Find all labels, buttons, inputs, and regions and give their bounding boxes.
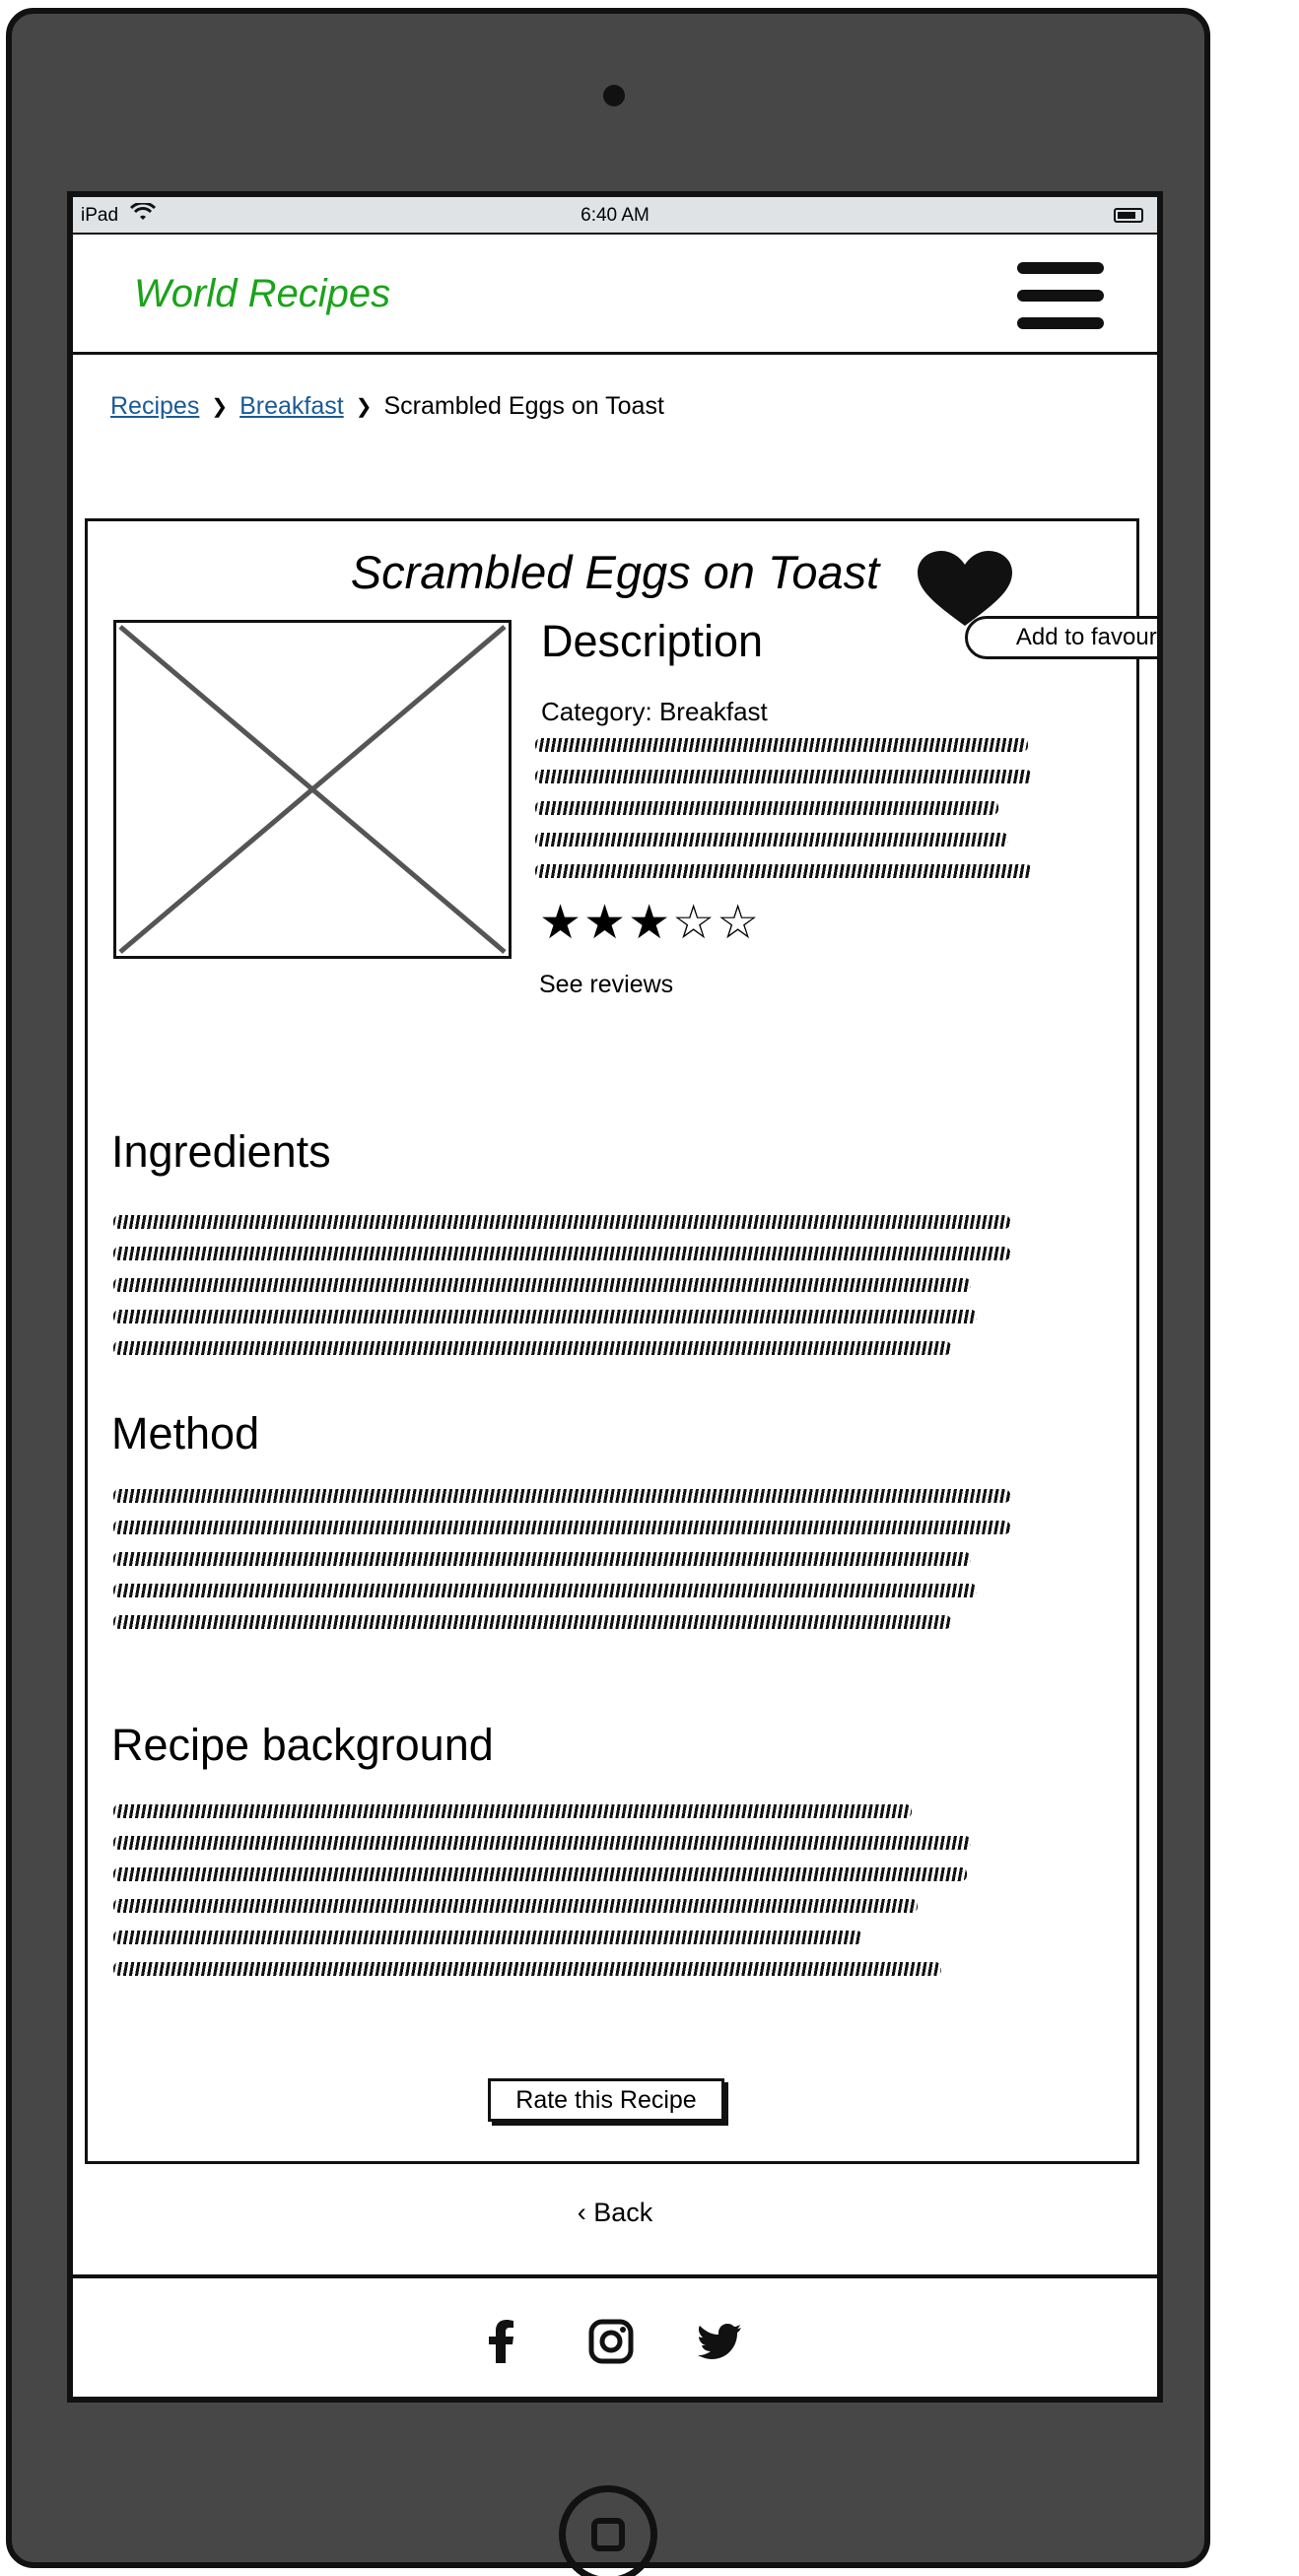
recipe-background-heading: Recipe background: [111, 1720, 494, 1770]
status-time: 6:40 AM: [581, 205, 650, 226]
home-button[interactable]: [559, 2485, 657, 2576]
chevron-right-icon: ❯: [355, 396, 373, 418]
instagram-icon[interactable]: [587, 2318, 635, 2365]
battery-icon: [1114, 208, 1143, 223]
star-filled-icon[interactable]: ★: [583, 897, 628, 949]
description-text-placeholder: [535, 738, 1038, 896]
chevron-left-icon: ‹: [577, 2198, 586, 2227]
star-empty-icon[interactable]: ☆: [717, 897, 761, 949]
breadcrumb: Recipes ❯ Breakfast ❯ Scrambled Eggs on …: [110, 392, 664, 421]
breadcrumb-breakfast[interactable]: Breakfast: [239, 392, 344, 421]
status-bar: iPad 6:40 AM: [73, 197, 1157, 235]
brand-logo[interactable]: World Recipes: [134, 272, 390, 316]
method-text-placeholder: [113, 1489, 1020, 1647]
footer: [73, 2274, 1157, 2397]
recipe-image-placeholder: [113, 620, 512, 959]
see-reviews-link[interactable]: See reviews: [539, 971, 673, 999]
star-rating[interactable]: ★★★☆☆: [539, 900, 761, 947]
recipe-card: Scrambled Eggs on Toast Description Cate…: [85, 518, 1157, 2164]
method-heading: Method: [111, 1408, 260, 1458]
favourite-tooltip: Add to favourite recipes: [965, 616, 1157, 659]
recipe-category: Category: Breakfast: [541, 697, 768, 726]
screen: iPad 6:40 AM World Recipes Recipes ❯ Bre…: [67, 191, 1163, 2403]
star-filled-icon[interactable]: ★: [628, 897, 672, 949]
star-empty-icon[interactable]: ☆: [672, 897, 717, 949]
twitter-icon[interactable]: [696, 2318, 743, 2365]
camera-dot: [603, 85, 625, 106]
tablet-frame: iPad 6:40 AM World Recipes Recipes ❯ Bre…: [6, 8, 1210, 2576]
star-filled-icon[interactable]: ★: [539, 897, 583, 949]
hamburger-menu-icon[interactable]: [1017, 258, 1104, 333]
facebook-icon[interactable]: [479, 2318, 526, 2365]
breadcrumb-current: Scrambled Eggs on Toast: [383, 392, 664, 420]
breadcrumb-recipes[interactable]: Recipes: [110, 392, 199, 421]
background-text-placeholder: [113, 1804, 1000, 1994]
ingredients-heading: Ingredients: [111, 1126, 331, 1177]
rate-recipe-button[interactable]: Rate this Recipe: [488, 2078, 724, 2122]
description-heading: Description: [541, 616, 764, 666]
back-link[interactable]: ‹ Back: [73, 2198, 1157, 2228]
back-label: Back: [593, 2198, 653, 2227]
app-header: World Recipes: [73, 235, 1157, 355]
ingredients-text-placeholder: [113, 1215, 1020, 1373]
chevron-right-icon: ❯: [211, 396, 229, 418]
